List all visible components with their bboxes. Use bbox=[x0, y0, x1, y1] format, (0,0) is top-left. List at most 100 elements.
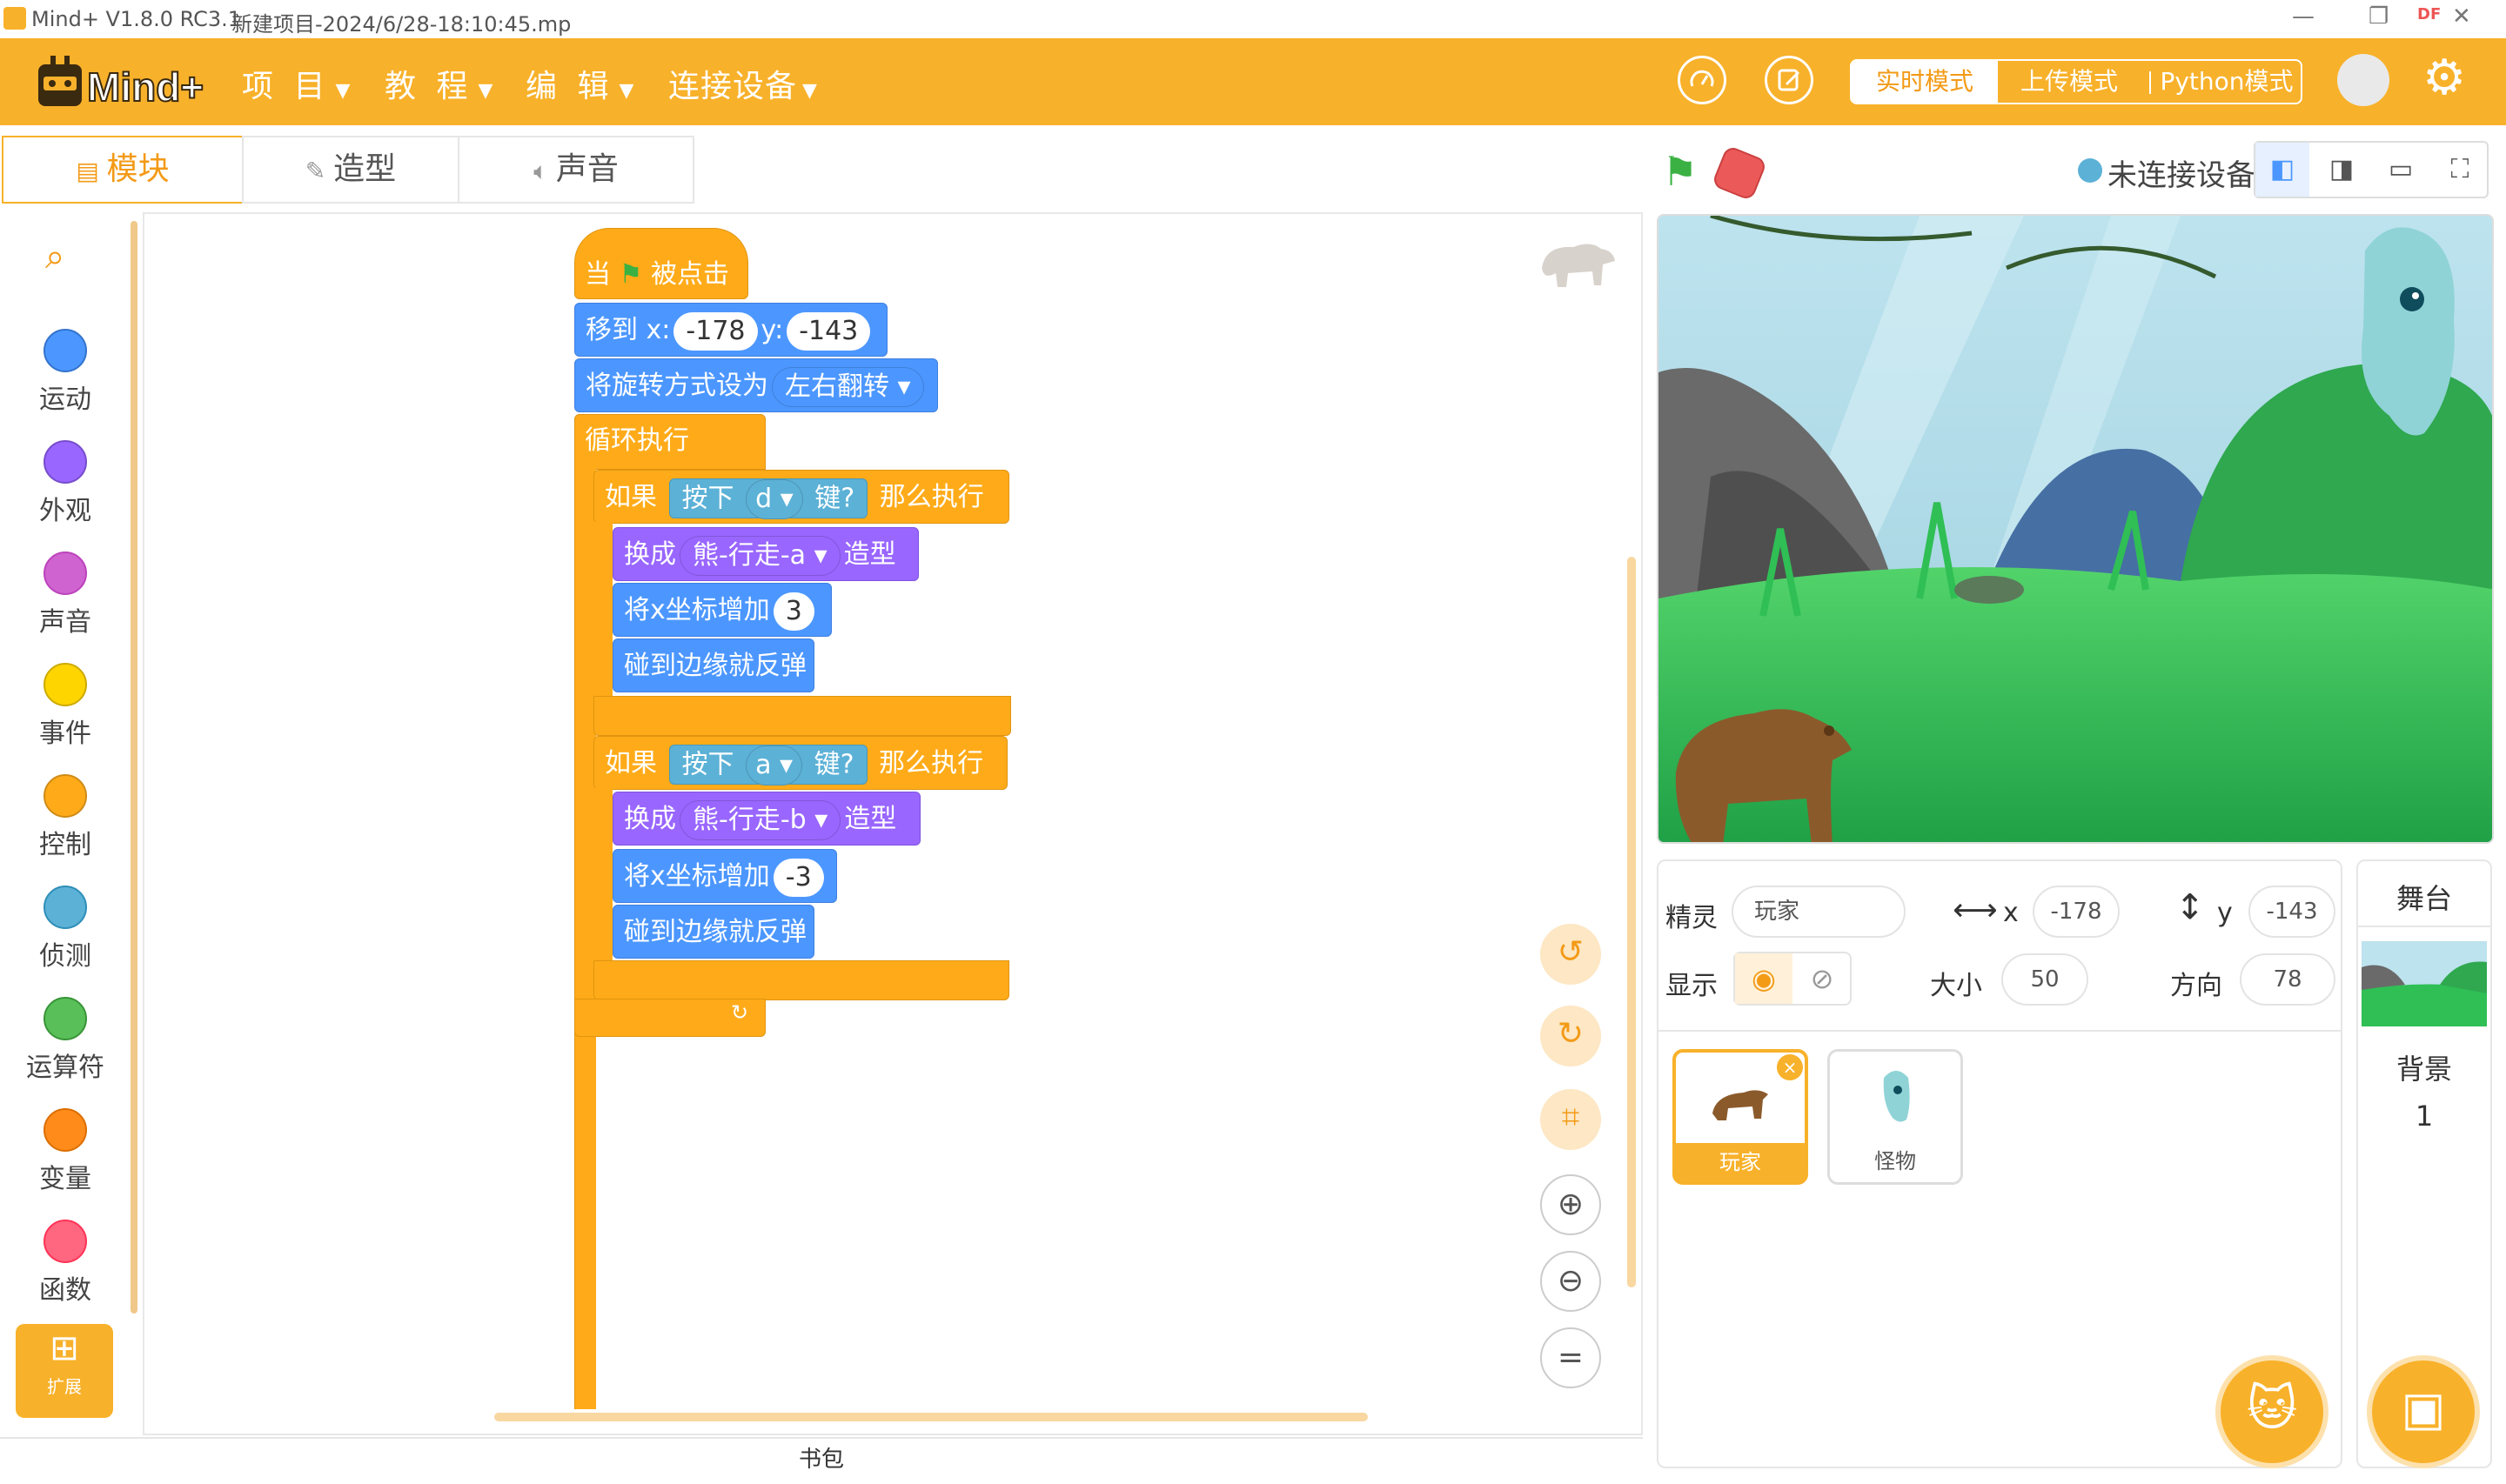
zoom-in-icon[interactable]: ⊕ bbox=[1540, 1174, 1601, 1235]
close-icon[interactable]: ✕ bbox=[2452, 3, 2471, 30]
size-label: 大小 bbox=[1930, 971, 1982, 1001]
key-pressed-condition-2[interactable]: 按下 a ▾ 键? bbox=[668, 744, 868, 785]
fullscreen-icon[interactable]: ⛶ bbox=[2433, 143, 2487, 197]
category-sound[interactable]: 声音 bbox=[0, 551, 131, 638]
app-icon bbox=[3, 7, 26, 30]
restore-icon[interactable]: ❐ bbox=[2369, 3, 2389, 30]
costume-dropdown-1[interactable]: 熊-行走-a ▾ bbox=[680, 535, 841, 576]
category-palette: ⌕ 运动 外观 声音 事件 控制 侦测 运算符 变量 函数 ⊞ 扩展 bbox=[0, 214, 139, 1432]
zoom-out-icon[interactable]: ⊖ bbox=[1540, 1251, 1601, 1312]
direction-label: 方向 bbox=[2170, 971, 2222, 1001]
backdrop-thumbnail[interactable] bbox=[2362, 941, 2487, 1026]
small-stage-icon[interactable]: ◧ bbox=[2255, 143, 2309, 197]
mode-realtime[interactable]: 实时模式 bbox=[1852, 61, 1998, 103]
add-backdrop-icon[interactable]: ▣ bbox=[2367, 1355, 2480, 1468]
size-input[interactable]: 50 bbox=[2001, 953, 2088, 1006]
add-sprite-cat-icon[interactable]: 🐱︎ bbox=[2215, 1355, 2328, 1468]
category-motion[interactable]: 运动 bbox=[0, 329, 131, 416]
x-label: x bbox=[2003, 898, 2019, 928]
code-vertical-scrollbar[interactable] bbox=[1627, 557, 1636, 1287]
tab-blocks[interactable]: ▤ 模块 bbox=[2, 136, 244, 204]
goto-y-input[interactable]: -143 bbox=[787, 311, 871, 351]
key-dropdown-2[interactable]: a ▾ bbox=[746, 745, 803, 785]
dashboard-icon[interactable] bbox=[1678, 56, 1726, 104]
key-dropdown-1[interactable]: d ▾ bbox=[746, 478, 803, 519]
df-badge: DF bbox=[2417, 5, 2442, 23]
sprite-card-monster[interactable]: 怪物 bbox=[1827, 1049, 1963, 1185]
costume-dropdown-2[interactable]: 熊-行走-b ▾ bbox=[680, 799, 841, 840]
y-input[interactable]: -143 bbox=[2248, 886, 2335, 938]
menu-tutorial[interactable]: 教 程 ▼ bbox=[385, 61, 498, 106]
palette-scrollbar[interactable] bbox=[131, 221, 137, 1314]
category-looks[interactable]: 外观 bbox=[0, 440, 131, 527]
change-x-block-2[interactable]: 将x坐标增加 -3 bbox=[613, 849, 837, 903]
extension-button[interactable]: ⊞ 扩展 bbox=[16, 1324, 113, 1418]
tab-sounds[interactable]: 🔈︎ 声音 bbox=[458, 136, 694, 204]
menu-edit[interactable]: 编 辑 ▼ bbox=[526, 61, 639, 106]
minimize-icon[interactable]: — bbox=[2292, 3, 2315, 30]
goto-x-input[interactable]: -178 bbox=[673, 311, 758, 351]
tab-costumes[interactable]: ✎ 造型 bbox=[242, 136, 459, 204]
if-arm-1 bbox=[593, 522, 613, 696]
mode-upload[interactable]: 上传模式 bbox=[2000, 61, 2139, 103]
y-label: y bbox=[2217, 898, 2233, 928]
if-foot-1 bbox=[593, 696, 1011, 736]
key-pressed-condition-1[interactable]: 按下 d ▾ 键? bbox=[668, 478, 868, 519]
bounce-block-2[interactable]: 碰到边缘就反弹 bbox=[613, 905, 814, 959]
device-status-label: 未连接设备 bbox=[2107, 158, 2255, 193]
stage-canvas[interactable] bbox=[1657, 214, 2494, 844]
backdrop-count: 1 bbox=[2415, 1100, 2434, 1133]
edit-note-icon[interactable] bbox=[1765, 56, 1813, 104]
rotation-style-dropdown[interactable]: 左右翻转 ▾ bbox=[772, 366, 924, 407]
settings-gear-icon[interactable]: ⚙ bbox=[2422, 50, 2466, 106]
backpack-bar[interactable]: 书包 bbox=[0, 1437, 1643, 1484]
undo-icon[interactable]: ↺ bbox=[1540, 924, 1601, 985]
stop-button[interactable] bbox=[1711, 144, 1768, 202]
sprite-name-input[interactable]: 玩家 bbox=[1732, 886, 1906, 938]
green-flag-button[interactable]: ⚑ bbox=[1662, 148, 1698, 195]
switch-costume-block-2[interactable]: 换成 熊-行走-b ▾ 造型 bbox=[613, 792, 921, 846]
mode-python[interactable]: Python模式 bbox=[2153, 61, 2301, 103]
goto-xy-block[interactable]: 移到 x: -178 y: -143 bbox=[574, 303, 888, 357]
redo-icon[interactable]: ↻ bbox=[1540, 1006, 1601, 1066]
split-stage-icon[interactable]: ◨ bbox=[2315, 143, 2369, 197]
menu-project[interactable]: 项 目 ▼ bbox=[242, 61, 355, 106]
direction-input[interactable]: 78 bbox=[2240, 953, 2335, 1006]
device-status-icon bbox=[2078, 158, 2102, 183]
delete-sprite-icon[interactable]: × bbox=[1777, 1054, 1803, 1080]
show-label: 显示 bbox=[1665, 971, 1718, 1001]
crop-clean-icon[interactable]: ⌗ bbox=[1540, 1089, 1601, 1150]
show-eye-icon[interactable]: ◉ bbox=[1735, 953, 1792, 1004]
app-title: Mind+ V1.8.0 RC3.1 bbox=[31, 7, 242, 31]
category-control[interactable]: 控制 bbox=[0, 774, 131, 861]
search-icon[interactable]: ⌕ bbox=[45, 237, 64, 277]
hat-text: 当 ⚑ 被点击 bbox=[585, 259, 729, 290]
if-then-block-2[interactable]: 如果 按下 a ▾ 键? 那么执行 bbox=[593, 736, 1008, 790]
category-events[interactable]: 事件 bbox=[0, 663, 131, 750]
avatar[interactable] bbox=[2337, 54, 2389, 106]
if-then-block-1[interactable]: 如果 按下 d ▾ 键? 那么执行 bbox=[593, 470, 1009, 524]
menu-connect-device[interactable]: 连接设备 ▼ bbox=[668, 61, 818, 106]
divider bbox=[1658, 1030, 2341, 1032]
if-foot-2 bbox=[593, 960, 1009, 1000]
project-title: 新建项目-2024/6/28-18:10:45.mp bbox=[231, 12, 572, 37]
x-input[interactable]: -178 bbox=[2033, 886, 2120, 938]
code-horizontal-scrollbar[interactable] bbox=[494, 1413, 1368, 1421]
category-sensing[interactable]: 侦测 bbox=[0, 886, 131, 973]
large-stage-icon[interactable]: ▭ bbox=[2374, 143, 2428, 197]
change-x-block-1[interactable]: 将x坐标增加 3 bbox=[613, 583, 832, 637]
switch-costume-block-1[interactable]: 换成 熊-行走-a ▾ 造型 bbox=[613, 527, 919, 581]
change-x-input-2[interactable]: -3 bbox=[773, 858, 824, 897]
monster-thumbnail bbox=[1830, 1052, 1960, 1142]
zoom-reset-icon[interactable]: = bbox=[1540, 1327, 1601, 1388]
green-flag-icon: ⚑ bbox=[619, 259, 643, 290]
category-operators[interactable]: 运算符 bbox=[0, 997, 131, 1084]
set-rotation-style-block[interactable]: 将旋转方式设为 左右翻转 ▾ bbox=[574, 358, 938, 412]
sprite-watermark-bear bbox=[1533, 233, 1620, 294]
category-functions[interactable]: 函数 bbox=[0, 1220, 131, 1307]
hide-eye-icon[interactable]: ⊘ bbox=[1794, 953, 1850, 1004]
sprite-label: 精灵 bbox=[1665, 903, 1718, 933]
change-x-input-1[interactable]: 3 bbox=[773, 592, 814, 631]
bounce-block-1[interactable]: 碰到边缘就反弹 bbox=[613, 638, 814, 692]
category-variables[interactable]: 变量 bbox=[0, 1108, 131, 1195]
